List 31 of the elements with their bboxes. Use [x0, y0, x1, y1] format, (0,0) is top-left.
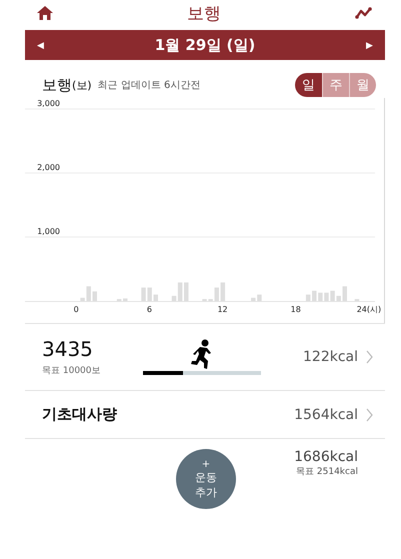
y-tick-label: 3,000: [37, 99, 60, 108]
update-time: 최근 업데이트 6시간전: [98, 79, 200, 92]
x-tick-label: 12: [217, 305, 228, 314]
bmr-row[interactable]: 기초대사량 1564kcal: [25, 390, 385, 438]
x-tick-label: 0: [74, 305, 79, 314]
unit-label: (보): [72, 78, 92, 92]
y-tick-label: 2,000: [37, 163, 60, 172]
steps-row[interactable]: 3435 목표 10000보 122kcal: [25, 323, 385, 390]
y-tick-label: 1,000: [37, 227, 60, 236]
step-goal: 목표 10000보: [42, 365, 102, 377]
bmr-label: 기초대사량: [42, 405, 117, 424]
calorie-goal: 목표 2514kcal: [296, 466, 358, 478]
home-icon[interactable]: [37, 6, 53, 20]
x-tick-label: 18: [290, 305, 301, 314]
next-day-button[interactable]: ▶: [354, 40, 385, 50]
previous-day-button[interactable]: ◀: [25, 40, 56, 50]
section-title: 보행: [42, 76, 72, 94]
date-label: 1월 29일 (일): [154, 36, 256, 54]
period-tab[interactable]: 일: [295, 73, 322, 97]
page-title: 보행: [187, 2, 221, 24]
add-exercise-button[interactable]: + 운동 추가: [176, 449, 236, 509]
x-tick-label: 6: [146, 305, 152, 314]
x-tick-label: 24(시): [356, 305, 382, 314]
total-calories: 1686kcal: [294, 449, 358, 465]
step-calories: 122kcal: [303, 349, 358, 365]
step-count: 3435: [42, 337, 94, 361]
runner-icon: [190, 339, 214, 369]
chevron-right-icon: [366, 408, 373, 422]
trend-line-icon[interactable]: [355, 7, 372, 19]
chevron-right-icon: [366, 350, 373, 364]
bmr-calories: 1564kcal: [294, 406, 358, 422]
